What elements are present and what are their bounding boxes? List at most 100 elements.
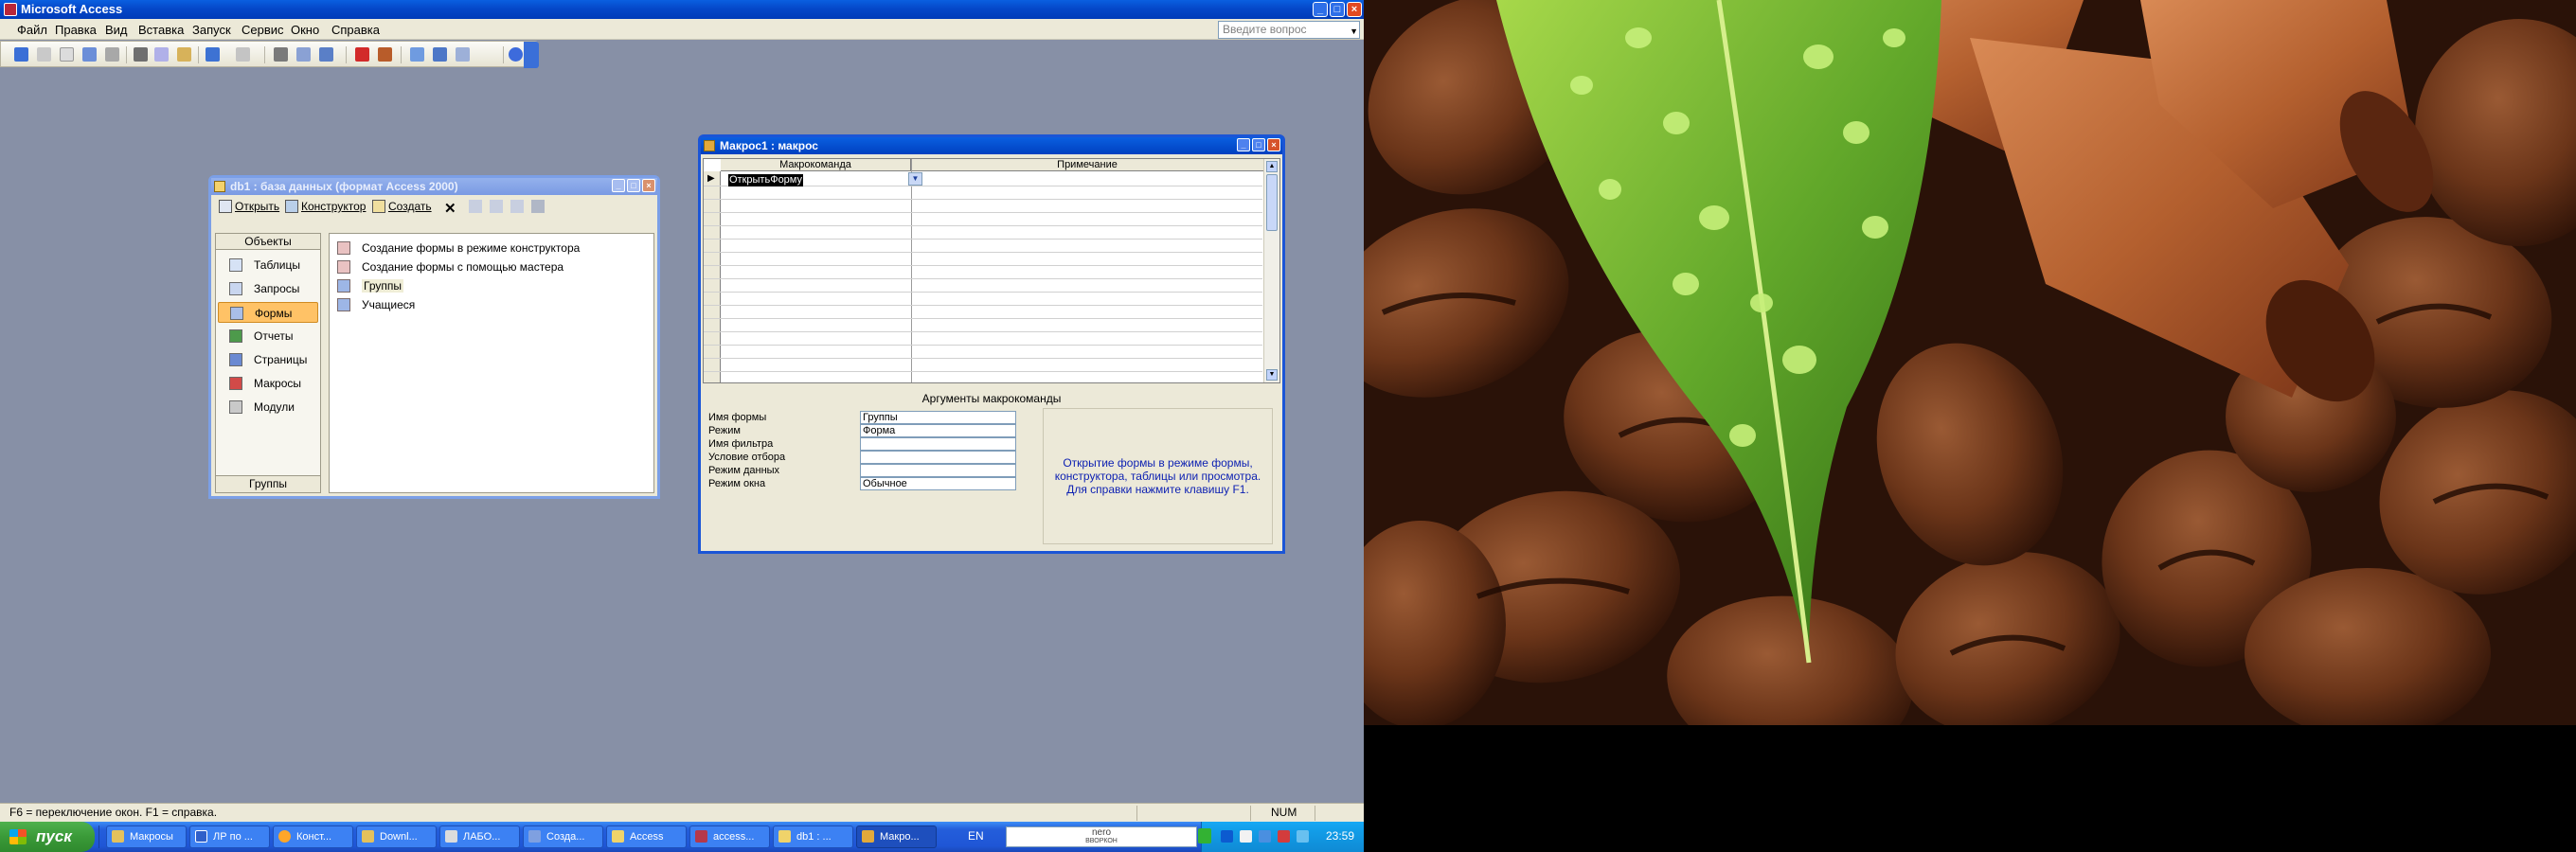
scroll-down-icon[interactable]: ▼ bbox=[1266, 369, 1278, 381]
language-indicator[interactable]: EN bbox=[968, 829, 984, 843]
task-access[interactable]: Access bbox=[606, 825, 687, 848]
help-question-box[interactable]: Введите вопрос ▼ bbox=[1218, 21, 1360, 39]
sidebar-item-queries[interactable]: Запросы bbox=[218, 278, 318, 299]
link-icon[interactable] bbox=[105, 47, 119, 62]
arg-value-form-name[interactable]: Группы bbox=[860, 411, 1016, 424]
print-icon[interactable] bbox=[37, 47, 51, 62]
groups-button[interactable]: Группы bbox=[216, 475, 320, 492]
menu-help[interactable]: Справка bbox=[331, 23, 380, 37]
menu-tools[interactable]: Сервис bbox=[242, 23, 284, 37]
cut-icon[interactable] bbox=[134, 47, 148, 62]
maximize-button[interactable]: □ bbox=[1252, 138, 1265, 151]
sidebar-item-tables[interactable]: Таблицы bbox=[218, 255, 318, 275]
sidebar-item-pages[interactable]: Страницы bbox=[218, 349, 318, 370]
task-macros[interactable]: Макросы bbox=[106, 825, 187, 848]
help-icon[interactable] bbox=[509, 47, 523, 62]
large-icons-icon[interactable] bbox=[469, 200, 482, 213]
objects-sidebar: Объекты Таблицы Запросы Формы Отчеты Стр… bbox=[215, 233, 321, 493]
arg-value-where-condition[interactable] bbox=[860, 451, 1016, 464]
shield-icon[interactable] bbox=[1221, 830, 1233, 843]
spelling-icon[interactable] bbox=[82, 47, 97, 62]
chevron-down-icon[interactable]: ▼ bbox=[908, 172, 922, 186]
paste-icon[interactable] bbox=[177, 47, 191, 62]
step-icon[interactable] bbox=[378, 47, 392, 62]
sidebar-item-modules[interactable]: Модули bbox=[218, 397, 318, 417]
start-button[interactable]: пуск bbox=[0, 822, 95, 852]
minimize-button[interactable]: _ bbox=[1237, 138, 1250, 151]
maximize-button[interactable]: □ bbox=[1330, 2, 1345, 17]
database-window-titlebar[interactable]: db1 : база данных (формат Access 2000) _… bbox=[211, 178, 657, 195]
close-button[interactable]: × bbox=[642, 179, 655, 192]
close-button[interactable]: × bbox=[1267, 138, 1280, 151]
sidebar-item-reports[interactable]: Отчеты bbox=[218, 326, 318, 346]
details-icon[interactable] bbox=[531, 200, 545, 213]
toolbar-options-icon[interactable] bbox=[524, 42, 539, 68]
insert-rows-icon[interactable] bbox=[274, 47, 288, 62]
arg-value-window-mode[interactable]: Обычное bbox=[860, 477, 1016, 490]
maximize-button[interactable]: □ bbox=[627, 179, 640, 192]
clock[interactable]: 23:59 bbox=[1326, 829, 1354, 843]
redo-icon[interactable] bbox=[236, 47, 250, 62]
row-selector-column[interactable] bbox=[704, 171, 721, 382]
menu-window[interactable]: Окно bbox=[291, 23, 319, 37]
menu-file[interactable]: Файл bbox=[17, 23, 47, 37]
menu-view[interactable]: Вид bbox=[105, 23, 128, 37]
arg-value-filter-name[interactable] bbox=[860, 437, 1016, 451]
task-access-file[interactable]: access... bbox=[689, 825, 770, 848]
task-lab-doc[interactable]: ЛР по ... bbox=[189, 825, 270, 848]
list-item[interactable]: Учащиеся bbox=[335, 296, 415, 313]
update-icon[interactable] bbox=[1297, 830, 1309, 843]
delete-icon[interactable]: ✕ bbox=[444, 200, 456, 217]
column-header-note: Примечание bbox=[911, 159, 1264, 171]
app-titlebar[interactable]: Microsoft Access _ □ × bbox=[0, 0, 1364, 19]
menu-run[interactable]: Запуск bbox=[192, 23, 231, 37]
run-icon[interactable] bbox=[355, 47, 369, 62]
go-arrow-icon[interactable] bbox=[1198, 828, 1211, 843]
macro-names-icon[interactable] bbox=[296, 47, 311, 62]
copy-icon[interactable] bbox=[154, 47, 169, 62]
conditions-icon[interactable] bbox=[319, 47, 333, 62]
menu-edit[interactable]: Правка bbox=[55, 23, 97, 37]
volume-icon[interactable] bbox=[1240, 830, 1252, 843]
action-cell[interactable]: ОткрытьФорму bbox=[728, 174, 803, 186]
list-item[interactable]: Создание формы с помощью мастера bbox=[335, 258, 564, 275]
sidebar-item-label: Запросы bbox=[254, 282, 300, 295]
grid-scrollbar[interactable]: ▲ ▼ bbox=[1263, 159, 1279, 382]
arg-value-view[interactable]: Форма bbox=[860, 424, 1016, 437]
list-item[interactable]: Группы bbox=[335, 277, 403, 294]
task-browser-design[interactable]: Конст... bbox=[273, 825, 353, 848]
security-icon[interactable] bbox=[1278, 830, 1290, 843]
sidebar-item-forms[interactable]: Формы bbox=[218, 302, 318, 323]
list-icon[interactable] bbox=[510, 200, 524, 213]
close-button[interactable]: × bbox=[1347, 2, 1362, 17]
nero-search-box[interactable]: nero ВВОРКОН bbox=[1006, 826, 1197, 847]
status-separator bbox=[1136, 806, 1137, 821]
task-macro-window[interactable]: Макро... bbox=[856, 825, 937, 848]
network-icon[interactable] bbox=[1259, 830, 1271, 843]
create-button[interactable]: Создать bbox=[372, 200, 432, 213]
scroll-up-icon[interactable]: ▲ bbox=[1266, 161, 1278, 172]
arg-value-data-mode[interactable] bbox=[860, 464, 1016, 477]
small-icons-icon[interactable] bbox=[490, 200, 503, 213]
database-window-icon[interactable] bbox=[433, 47, 447, 62]
list-item[interactable]: Создание формы в режиме конструктора bbox=[335, 240, 580, 257]
build-icon[interactable] bbox=[410, 47, 424, 62]
task-db1[interactable]: db1 : ... bbox=[773, 825, 853, 848]
minimize-button[interactable]: _ bbox=[1313, 2, 1328, 17]
open-button[interactable]: Открыть bbox=[219, 200, 279, 213]
design-button[interactable]: Конструктор bbox=[285, 200, 366, 213]
save-icon[interactable] bbox=[14, 47, 28, 62]
preview-icon[interactable] bbox=[60, 47, 74, 62]
task-create[interactable]: Созда... bbox=[523, 825, 603, 848]
menu-insert[interactable]: Вставка bbox=[138, 23, 184, 37]
minimize-button[interactable]: _ bbox=[612, 179, 625, 192]
status-bar: F6 = переключение окон. F1 = справка. NU… bbox=[0, 803, 1364, 822]
scroll-thumb[interactable] bbox=[1266, 174, 1278, 231]
undo-icon[interactable] bbox=[206, 47, 220, 62]
task-downloads[interactable]: Downl... bbox=[356, 825, 437, 848]
chevron-down-icon[interactable]: ▼ bbox=[1350, 24, 1358, 40]
sidebar-item-macros[interactable]: Макросы bbox=[218, 373, 318, 394]
new-object-icon[interactable] bbox=[456, 47, 470, 62]
task-lab[interactable]: ЛАБО... bbox=[439, 825, 520, 848]
macro-window-titlebar[interactable]: Макрос1 : макрос _ □ × bbox=[701, 137, 1282, 154]
